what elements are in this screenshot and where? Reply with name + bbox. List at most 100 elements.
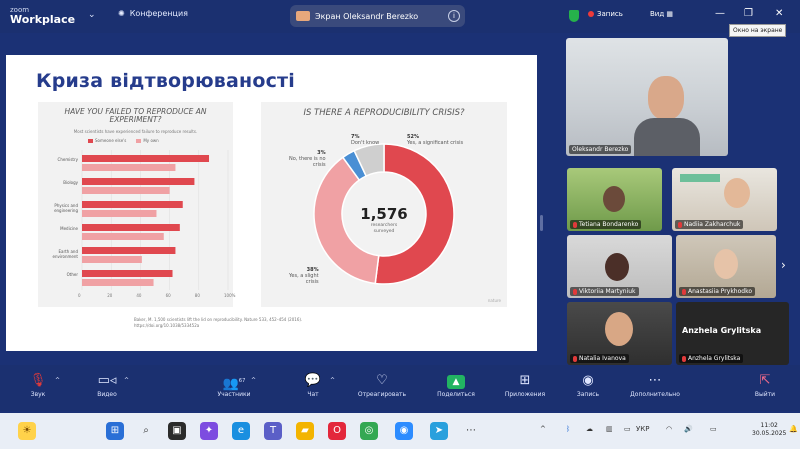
display-icon[interactable]: ▭ (624, 425, 631, 433)
bar-my-own (82, 210, 157, 217)
center-sub-line-2: surveyed (373, 229, 395, 234)
minimize-icon[interactable]: — (715, 8, 725, 19)
footnote-line-2: https://doi.org/10.1038/533452a (134, 323, 200, 328)
chat-button[interactable]: 💬 Чат ^ (283, 371, 343, 398)
bar-my-own (82, 233, 164, 240)
x-tick-label: 40 (136, 293, 142, 298)
label-slight-crisis: 38% Yes, a slight crisis (289, 267, 319, 285)
volume-icon[interactable]: 🔊 (684, 425, 693, 433)
x-tick-label: 20 (107, 293, 113, 298)
bar-someone-else (82, 201, 183, 208)
shield-icon[interactable] (569, 10, 579, 22)
category-label: Biology (63, 180, 78, 185)
video-tile-1[interactable]: Tetiana Bondarenko (567, 168, 662, 231)
tooltip: Окно на экране (729, 24, 787, 37)
close-icon[interactable]: ✕ (775, 8, 783, 19)
notification-icon[interactable]: 🔔 (789, 425, 798, 433)
zoom-icon[interactable]: ◉ (395, 422, 413, 440)
caret-up-icon[interactable]: ^ (251, 377, 256, 384)
video-tile-3[interactable]: Viktoriia Martyniuk (567, 235, 672, 298)
start-icon[interactable]: ⊞ (106, 422, 124, 440)
category-label: Medicine (60, 226, 78, 231)
view-button[interactable]: Вид ▦ (650, 10, 673, 18)
leave-label: Выйти (754, 391, 776, 398)
more-apps-icon[interactable]: ⋯ (462, 422, 480, 440)
mic-muted-icon (682, 288, 686, 295)
search-icon[interactable]: ⌕ (137, 422, 155, 440)
audio-button[interactable]: 🎙 Звук ^ (8, 371, 68, 398)
more-button[interactable]: ⋯ Дополнительно (625, 371, 685, 398)
video-tile-2[interactable]: Nadiia Zakharchuk (672, 168, 777, 231)
file-explorer-icon[interactable]: ▰ (296, 422, 314, 440)
battery-icon[interactable]: ▭ (710, 425, 717, 433)
category-label: Physics and engineering (54, 203, 78, 213)
zoom-window: zoom Workplace ⌄ ✺ Конференция Экран Ole… (0, 0, 800, 449)
participants-button[interactable]: 👥67 Участники ^ (204, 371, 264, 398)
apps-icon: ⊞ (519, 373, 531, 388)
cloud-icon[interactable]: ☁ (586, 425, 593, 433)
task-view-icon[interactable]: ▣ (168, 422, 186, 440)
bar-someone-else (82, 224, 180, 231)
gear-icon: ✺ (118, 9, 125, 18)
video-tile-speaker[interactable]: Oleksandr Berezko (566, 38, 728, 156)
react-button[interactable]: ♡ Отреагировать (352, 371, 412, 398)
label-significant: 52% Yes, a significant crisis (407, 134, 464, 146)
tray-chevron-up-icon[interactable]: ^ (540, 425, 546, 433)
info-icon[interactable]: i (448, 10, 460, 22)
participant-head (603, 186, 625, 212)
speaker-body (634, 118, 700, 156)
bar-my-own (82, 279, 154, 286)
nature-brand: nature (487, 298, 501, 303)
participant-name: Viktoriia Martyniuk (570, 287, 639, 296)
caret-up-icon[interactable]: ^ (330, 377, 335, 384)
windows-taskbar: ☀ ⊞ ⌕ ▣ ✦ e T ▰ O ◎ ◉ ➤ ⋯ ^ ᛒ ☁ ▥ ▭ УКР … (0, 413, 800, 449)
x-tick-label: 80 (194, 293, 200, 298)
leave-button[interactable]: ⇱ Выйти (735, 371, 795, 398)
opera-icon[interactable]: O (328, 422, 346, 440)
video-tile-6[interactable]: Anzhela Grylitska Anzhela Grylitska (676, 302, 789, 365)
chrome-icon[interactable]: ◎ (360, 422, 378, 440)
share-button[interactable]: ▲ Поделиться (426, 371, 486, 398)
audio-label: Звук (30, 391, 46, 398)
video-button[interactable]: ▭◃ Видео ^ (77, 371, 137, 398)
chevron-right-icon[interactable]: › (781, 258, 786, 272)
chevron-down-icon[interactable]: ⌄ (88, 10, 96, 20)
participant-name: Anastasiia Prykhodko (679, 287, 756, 296)
edge-icon[interactable]: e (232, 422, 250, 440)
bar-chart-panel: HAVE YOU FAILED TO REPRODUCE AN EXPERIME… (38, 102, 235, 307)
x-tick-label: 0 (78, 293, 81, 298)
video-tile-5[interactable]: Natalia Ivanova (567, 302, 672, 365)
recording-indicator[interactable]: Запись (588, 10, 623, 18)
conference-label: Конференция (129, 9, 188, 18)
taskbar-clock[interactable]: 11:02 30.05.2025 (752, 422, 786, 438)
wifi-icon[interactable]: ◠ (666, 425, 672, 433)
caret-up-icon[interactable]: ^ (55, 377, 60, 384)
mic-muted-icon (682, 355, 686, 362)
telegram-icon[interactable]: ➤ (430, 422, 448, 440)
bluetooth-icon[interactable]: ᛒ (566, 425, 570, 433)
teams-icon[interactable]: T (264, 422, 282, 440)
language-indicator[interactable]: УКР (636, 425, 649, 433)
video-tile-4[interactable]: Anastasiia Prykhodko (676, 235, 776, 298)
background-banner (680, 174, 720, 182)
logo-big-text: Workplace (10, 13, 76, 26)
chat-label: Чат (307, 391, 319, 398)
record-button[interactable]: ◉ Запись (558, 371, 618, 398)
conference-menu[interactable]: ✺ Конференция (118, 9, 188, 18)
weather-icon[interactable]: ☀ (18, 422, 36, 440)
copilot-icon[interactable]: ✦ (200, 422, 218, 440)
participant-big-name: Anzhela Grylitska (682, 326, 762, 335)
video-label: Видео (97, 391, 117, 398)
donut-center-subtitle: researchers surveyed (261, 223, 507, 235)
zoom-logo: zoom Workplace (10, 5, 75, 25)
caret-up-icon[interactable]: ^ (124, 377, 129, 384)
screen-share-indicator[interactable]: Экран Oleksandr Berezko i (290, 5, 465, 27)
title-bar: zoom Workplace ⌄ ✺ Конференция Экран Ole… (0, 0, 800, 37)
participants-label: Участники (217, 391, 251, 398)
speaker-face (648, 76, 684, 120)
category-label: Earth and environment (52, 249, 78, 259)
apps-button[interactable]: ⊞ Приложения (495, 371, 555, 398)
network-icon[interactable]: ▥ (606, 425, 613, 433)
restore-icon[interactable]: ❐ (744, 8, 753, 19)
splitter-handle[interactable] (540, 215, 543, 231)
